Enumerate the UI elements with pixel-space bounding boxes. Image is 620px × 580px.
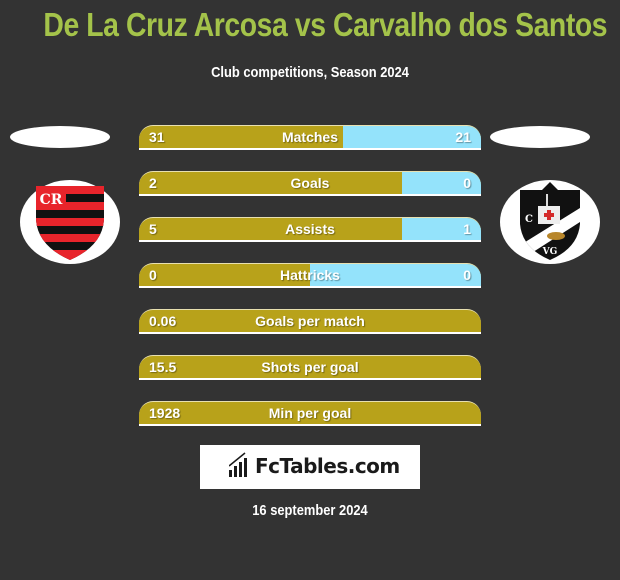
stat-label: Goals (290, 175, 330, 191)
report-date: 16 september 2024 (252, 502, 368, 519)
stat-row-hattricks: 0 Hattricks 0 (139, 263, 481, 288)
right-team-name-placeholder (490, 126, 590, 148)
flamengo-crest-icon: CR (36, 186, 104, 260)
right-team-logo[interactable]: C VG (500, 180, 600, 264)
left-team-name-placeholder (10, 126, 110, 148)
stat-row-goals-per-match: 0.06 Goals per match (139, 309, 481, 334)
stat-label: Matches (281, 129, 339, 145)
competition-subtitle: Club competitions, Season 2024 (211, 64, 409, 81)
bar-chart-icon (229, 452, 247, 477)
svg-text:C: C (525, 214, 533, 225)
stat-row-shots-per-goal: 15.5 Shots per goal (139, 355, 481, 380)
vasco-crest-icon: C VG (520, 182, 580, 260)
svg-text:CR: CR (40, 192, 63, 208)
stat-row-min-per-goal: 1928 Min per goal (139, 401, 481, 426)
stat-row-assists: 5 Assists 1 (139, 217, 481, 242)
stat-row-matches: 31 Matches 21 (139, 125, 481, 150)
stat-row-goals: 2 Goals 0 (139, 171, 481, 196)
stat-label: Hattricks (280, 267, 340, 283)
stat-label: Shots per goal (261, 359, 359, 375)
stat-label: Goals per match (255, 313, 365, 329)
svg-text:VG: VG (542, 247, 558, 257)
fctables-brand-logo[interactable]: FcTables.com (200, 445, 420, 489)
page-title: De La Cruz Arcosa vs Carvalho dos Santos (43, 6, 608, 43)
stat-label: Assists (285, 221, 335, 237)
stat-label: Min per goal (268, 405, 352, 421)
left-team-logo[interactable]: CR (20, 180, 120, 264)
right-value: 0 (463, 175, 471, 191)
right-value: 1 (463, 221, 471, 237)
brand-name: FcTables.com (255, 454, 400, 478)
right-value: 0 (463, 267, 471, 283)
right-value: 21 (455, 129, 471, 145)
